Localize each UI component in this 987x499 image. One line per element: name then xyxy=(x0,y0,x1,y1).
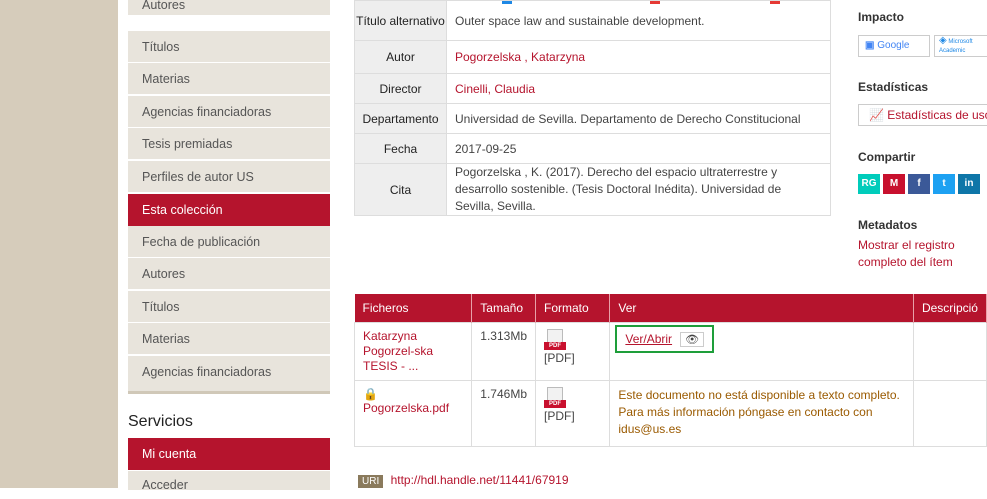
full-record-link[interactable]: Mostrar el registro completo del ítem xyxy=(858,237,968,271)
sidebar-item-titulos[interactable]: Títulos xyxy=(128,31,330,63)
estadisticas-button[interactable]: 📈 Estadísticas de uso xyxy=(858,104,987,126)
sidebar-item-agencias-2[interactable]: Agencias financiadoras xyxy=(128,356,330,394)
metadata-value: Outer space law and sustainable developm… xyxy=(446,0,831,41)
file-size: 1.313Mb xyxy=(471,321,536,381)
compartir-heading: Compartir xyxy=(858,150,916,164)
google-scholar-button[interactable]: ▣ Google xyxy=(858,35,930,57)
sidebar-item-esta-coleccion[interactable]: Esta colección xyxy=(128,194,330,227)
metadata-key: Autor xyxy=(354,40,447,74)
ver-abrir-highlight: Ver/Abrir 👁 xyxy=(615,324,715,353)
metadata-key: Departamento xyxy=(354,103,447,134)
sidebar-item-titulos-2[interactable]: Títulos xyxy=(128,291,330,323)
metadata-key: Título alternativo xyxy=(354,0,447,41)
services-heading: Servicios xyxy=(128,413,193,430)
metadata-value: Pogorzelska , K. (2017). Derecho del esp… xyxy=(446,163,831,216)
metadata-row: Fecha 2017-09-25 xyxy=(354,133,831,164)
lock-icon: 🔒 xyxy=(363,386,378,401)
file-unavailable-note: Este documento no está disponible a text… xyxy=(609,379,914,447)
files-header-formato: Formato xyxy=(535,294,611,322)
sidebar-item-fecha-publicacion[interactable]: Fecha de publicación xyxy=(128,226,330,258)
metadata-row: Título alternativo Outer space law and s… xyxy=(354,0,831,41)
file-name-link[interactable]: Pogorzelska.pdf xyxy=(363,401,449,415)
sidebar-item-acceder[interactable]: Acceder xyxy=(128,471,330,492)
file-name-cell: Katarzyna Pogorzel-ska TESIS - ... xyxy=(353,321,473,381)
handle-link[interactable]: http://hdl.handle.net/11441/67919 xyxy=(391,473,569,487)
file-row: 🔒Pogorzelska.pdf 1.746Mb PDF [PDF] Este d… xyxy=(353,379,987,447)
eye-icon[interactable]: 👁 xyxy=(680,331,705,347)
metadata-key: Director xyxy=(354,73,447,104)
estadisticas-heading: Estadísticas xyxy=(858,80,929,94)
google-label: Google xyxy=(877,40,910,51)
linkedin-share-icon[interactable]: in xyxy=(958,174,980,194)
microsoft-academic-button[interactable]: ◈ Microsoft Academic xyxy=(934,35,987,57)
files-header-row: Ficheros Tamaño Formato Ver Descripció xyxy=(354,294,987,322)
pdf-icon: PDF xyxy=(544,328,566,351)
sidebar-item-agencias[interactable]: Agencias financiadoras xyxy=(128,96,330,128)
sidebar-item-mi-cuenta[interactable]: Mi cuenta xyxy=(128,438,330,471)
metadata-panel: Título alternativo Outer space law and s… xyxy=(354,0,831,216)
director-link[interactable]: Cinelli, Claudia xyxy=(446,73,831,104)
facebook-share-icon[interactable]: f xyxy=(908,174,930,194)
metadata-row: Departamento Universidad de Sevilla. Dep… xyxy=(354,103,831,134)
estadisticas-link: Estadísticas de uso xyxy=(887,108,987,122)
metadata-key: Fecha xyxy=(354,133,447,164)
metadata-row: Cita Pogorzelska , K. (2017). Derecho de… xyxy=(354,163,831,216)
file-name-link[interactable]: Katarzyna Pogorzel-ska TESIS - ... xyxy=(363,329,463,374)
sidebar-item-materias[interactable]: Materias xyxy=(128,63,330,95)
file-format-cell: PDF [PDF] xyxy=(534,379,611,447)
file-description xyxy=(912,379,987,447)
chart-icon: 📈 xyxy=(869,108,884,122)
impacto-heading: Impacto xyxy=(858,10,905,24)
google-icon: ▣ xyxy=(865,40,875,51)
file-name-cell: 🔒Pogorzelska.pdf xyxy=(353,379,473,447)
left-background-panel xyxy=(0,0,118,488)
file-description xyxy=(912,321,987,381)
uri-line: URI http://hdl.handle.net/11441/67919 xyxy=(358,473,569,488)
file-format: [PDF] xyxy=(544,350,575,365)
files-header-descripcion: Descripció xyxy=(913,294,987,322)
sidebar-item-autores[interactable]: Autores xyxy=(128,0,330,16)
file-size: 1.746Mb xyxy=(471,379,536,447)
metadata-row: Autor Pogorzelska , Katarzyna xyxy=(354,40,831,74)
file-row: Katarzyna Pogorzel-ska TESIS - ... 1.313… xyxy=(353,321,987,381)
sidebar-item-autores-2[interactable]: Autores xyxy=(128,258,330,290)
uri-badge: URI xyxy=(358,475,384,488)
metadatos-heading: Metadatos xyxy=(858,218,918,232)
metadata-value: 2017-09-25 xyxy=(446,133,831,164)
file-format-cell: PDF [PDF] xyxy=(534,321,611,381)
metadata-table: Título alternativo Outer space law and s… xyxy=(354,0,831,216)
file-format: [PDF] xyxy=(544,408,575,423)
files-header-tamano: Tamaño xyxy=(471,294,536,322)
file-ver-cell: Ver/Abrir 👁 xyxy=(609,321,914,381)
ver-abrir-link[interactable]: Ver/Abrir xyxy=(625,332,672,346)
mendeley-share-icon[interactable]: M xyxy=(883,174,905,194)
sidebar: Autores Títulos Materias Agencias financ… xyxy=(128,0,330,492)
sidebar-item-perfiles[interactable]: Perfiles de autor US xyxy=(128,161,330,193)
metadata-key: Cita xyxy=(354,163,447,216)
sidebar-item-materias-2[interactable]: Materias xyxy=(128,323,330,355)
sidebar-item-tesis-premiadas[interactable]: Tesis premiadas xyxy=(128,128,330,160)
metadata-value: Universidad de Sevilla. Departamento de … xyxy=(446,103,831,134)
metadata-row: Director Cinelli, Claudia xyxy=(354,73,831,104)
files-header-ver: Ver xyxy=(609,294,914,322)
academic-icon: ◈ xyxy=(939,35,947,46)
files-table: Ficheros Tamaño Formato Ver Descripció K… xyxy=(353,294,987,447)
twitter-share-icon[interactable]: t xyxy=(933,174,955,194)
researchgate-share-icon[interactable]: RG xyxy=(858,174,880,194)
pdf-icon: PDF xyxy=(544,386,566,409)
files-header-ficheros: Ficheros xyxy=(354,294,473,322)
author-link[interactable]: Pogorzelska , Katarzyna xyxy=(446,40,831,74)
